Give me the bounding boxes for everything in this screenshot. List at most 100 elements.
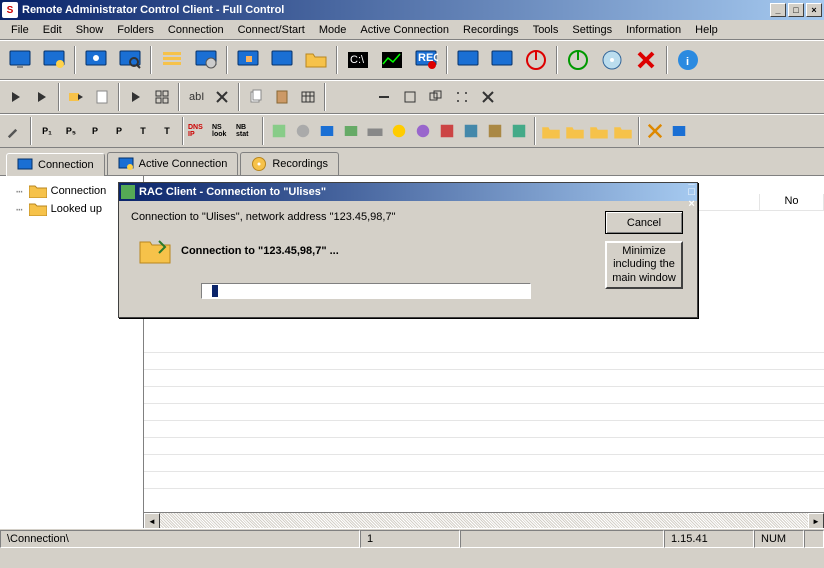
tb2-square-icon[interactable]: [398, 86, 422, 108]
status-path: \Connection\: [0, 530, 360, 548]
menu-file[interactable]: File: [4, 22, 36, 38]
tb2-dots-icon[interactable]: [450, 86, 474, 108]
minimize-main-button[interactable]: Minimize including the main window: [605, 241, 683, 289]
tb-screen-gear-icon[interactable]: [190, 44, 222, 76]
tb2-close2-icon[interactable]: [476, 86, 500, 108]
tb-screen-b-icon[interactable]: [486, 44, 518, 76]
tb2-play-icon[interactable]: [4, 86, 28, 108]
menu-show[interactable]: Show: [69, 22, 111, 38]
menu-settings[interactable]: Settings: [565, 22, 619, 38]
tb2-table-icon[interactable]: [296, 86, 320, 108]
tb3-i9-icon[interactable]: [460, 120, 482, 142]
menu-mode[interactable]: Mode: [312, 22, 354, 38]
menu-connect-start[interactable]: Connect/Start: [231, 22, 312, 38]
tb-screen-hand-icon[interactable]: [232, 44, 264, 76]
close-button[interactable]: ×: [806, 3, 822, 17]
tb2-x-icon[interactable]: [210, 86, 234, 108]
menu-connection[interactable]: Connection: [161, 22, 231, 38]
tree-label: Connection: [51, 185, 107, 197]
scroll-right-icon[interactable]: ►: [808, 513, 824, 528]
menu-active-connection[interactable]: Active Connection: [353, 22, 456, 38]
dialog-status-row: Connection to "123.45,98,7" ...: [139, 237, 685, 265]
tb-screen-a-icon[interactable]: [452, 44, 484, 76]
tb3-i6-icon[interactable]: [388, 120, 410, 142]
tb-cmd-icon[interactable]: C:\: [342, 44, 374, 76]
tb3-i3-icon[interactable]: [316, 120, 338, 142]
tb-power-icon[interactable]: [520, 44, 552, 76]
scroll-track[interactable]: [160, 513, 808, 528]
tb3-i8-icon[interactable]: [436, 120, 458, 142]
tb3-p1[interactable]: P₁: [36, 120, 58, 142]
tb3-i2-icon[interactable]: [292, 120, 314, 142]
tb-screen-blank-icon[interactable]: [266, 44, 298, 76]
menu-tools[interactable]: Tools: [526, 22, 566, 38]
tb3-x-icon[interactable]: [644, 120, 666, 142]
menu-recordings[interactable]: Recordings: [456, 22, 526, 38]
status-version: 1.15.41: [664, 530, 754, 548]
menu-folders[interactable]: Folders: [110, 22, 161, 38]
minimize-button[interactable]: _: [770, 3, 786, 17]
scroll-left-icon[interactable]: ◄: [144, 513, 160, 528]
tb3-i7-icon[interactable]: [412, 120, 434, 142]
tb2-abl-icon[interactable]: abI: [184, 86, 208, 108]
tb3-f4-icon[interactable]: [612, 120, 634, 142]
tb3-i11-icon[interactable]: [508, 120, 530, 142]
dialog-maximize-button[interactable]: □: [688, 186, 695, 198]
tb3-i1-icon[interactable]: [268, 120, 290, 142]
dialog-minimize-button[interactable]: _: [688, 174, 695, 186]
tb3-t[interactable]: T: [132, 120, 154, 142]
cancel-button[interactable]: Cancel: [605, 211, 683, 234]
tb2-squares-icon[interactable]: [424, 86, 448, 108]
tb2-copy-icon[interactable]: [244, 86, 268, 108]
tb-disc-icon[interactable]: [596, 44, 628, 76]
tb3-pt[interactable]: P: [108, 120, 130, 142]
tb3-pp[interactable]: P: [84, 120, 106, 142]
tb3-nbstat[interactable]: NB stat: [236, 120, 258, 142]
tb-folder-icon[interactable]: [300, 44, 332, 76]
tb2-grid-icon[interactable]: [150, 86, 174, 108]
table-row[interactable]: No: [696, 194, 824, 211]
tb3-f1-icon[interactable]: [540, 120, 562, 142]
tab-connection[interactable]: Connection: [6, 153, 105, 176]
tb2-folder-play-icon[interactable]: [64, 86, 88, 108]
tb-screen1-icon[interactable]: [4, 44, 36, 76]
svg-text:abI: abI: [189, 91, 204, 103]
tb-screen-view-icon[interactable]: [80, 44, 112, 76]
tb3-i5-icon[interactable]: [364, 120, 386, 142]
tb3-tt[interactable]: T: [156, 120, 178, 142]
tb-power-green-icon[interactable]: [562, 44, 594, 76]
tb-screen2-icon[interactable]: [38, 44, 70, 76]
tb3-nslook[interactable]: NS look: [212, 120, 234, 142]
menu-edit[interactable]: Edit: [36, 22, 69, 38]
tab-active-connection[interactable]: Active Connection: [107, 152, 239, 175]
maximize-button[interactable]: □: [788, 3, 804, 17]
tb-chart-icon[interactable]: [376, 44, 408, 76]
svg-text:REC: REC: [418, 52, 438, 64]
tb3-wrench-icon[interactable]: [4, 120, 26, 142]
menu-information[interactable]: Information: [619, 22, 688, 38]
tb-screen-search-icon[interactable]: [114, 44, 146, 76]
tab-recordings[interactable]: Recordings: [240, 152, 339, 175]
tb2-play2-icon[interactable]: [30, 86, 54, 108]
tb3-f3-icon[interactable]: [588, 120, 610, 142]
tb3-f2-icon[interactable]: [564, 120, 586, 142]
menu-help[interactable]: Help: [688, 22, 725, 38]
table-row: [144, 438, 824, 455]
tb2-doc-icon[interactable]: [90, 86, 114, 108]
separator: [638, 117, 640, 145]
tb2-play3-icon[interactable]: [124, 86, 148, 108]
tb-info-icon[interactable]: i: [672, 44, 704, 76]
tb2-paste-icon[interactable]: [270, 86, 294, 108]
tb2-dash-icon[interactable]: [372, 86, 396, 108]
connection-dialog: RAC Client - Connection to "Ulises" _ □ …: [118, 182, 698, 318]
toolbar-tertiary: P₁ P₅ P P T T DNS IP NS look NB stat: [0, 114, 824, 148]
tb3-last-icon[interactable]: [668, 120, 690, 142]
tb3-p5[interactable]: P₅: [60, 120, 82, 142]
tb-delete-icon[interactable]: [630, 44, 662, 76]
horizontal-scrollbar[interactable]: ◄ ►: [144, 512, 824, 528]
tb3-i10-icon[interactable]: [484, 120, 506, 142]
tb3-i4-icon[interactable]: [340, 120, 362, 142]
tb-list-icon[interactable]: [156, 44, 188, 76]
tb-rec-icon[interactable]: REC: [410, 44, 442, 76]
tb3-dnsip[interactable]: DNS IP: [188, 120, 210, 142]
